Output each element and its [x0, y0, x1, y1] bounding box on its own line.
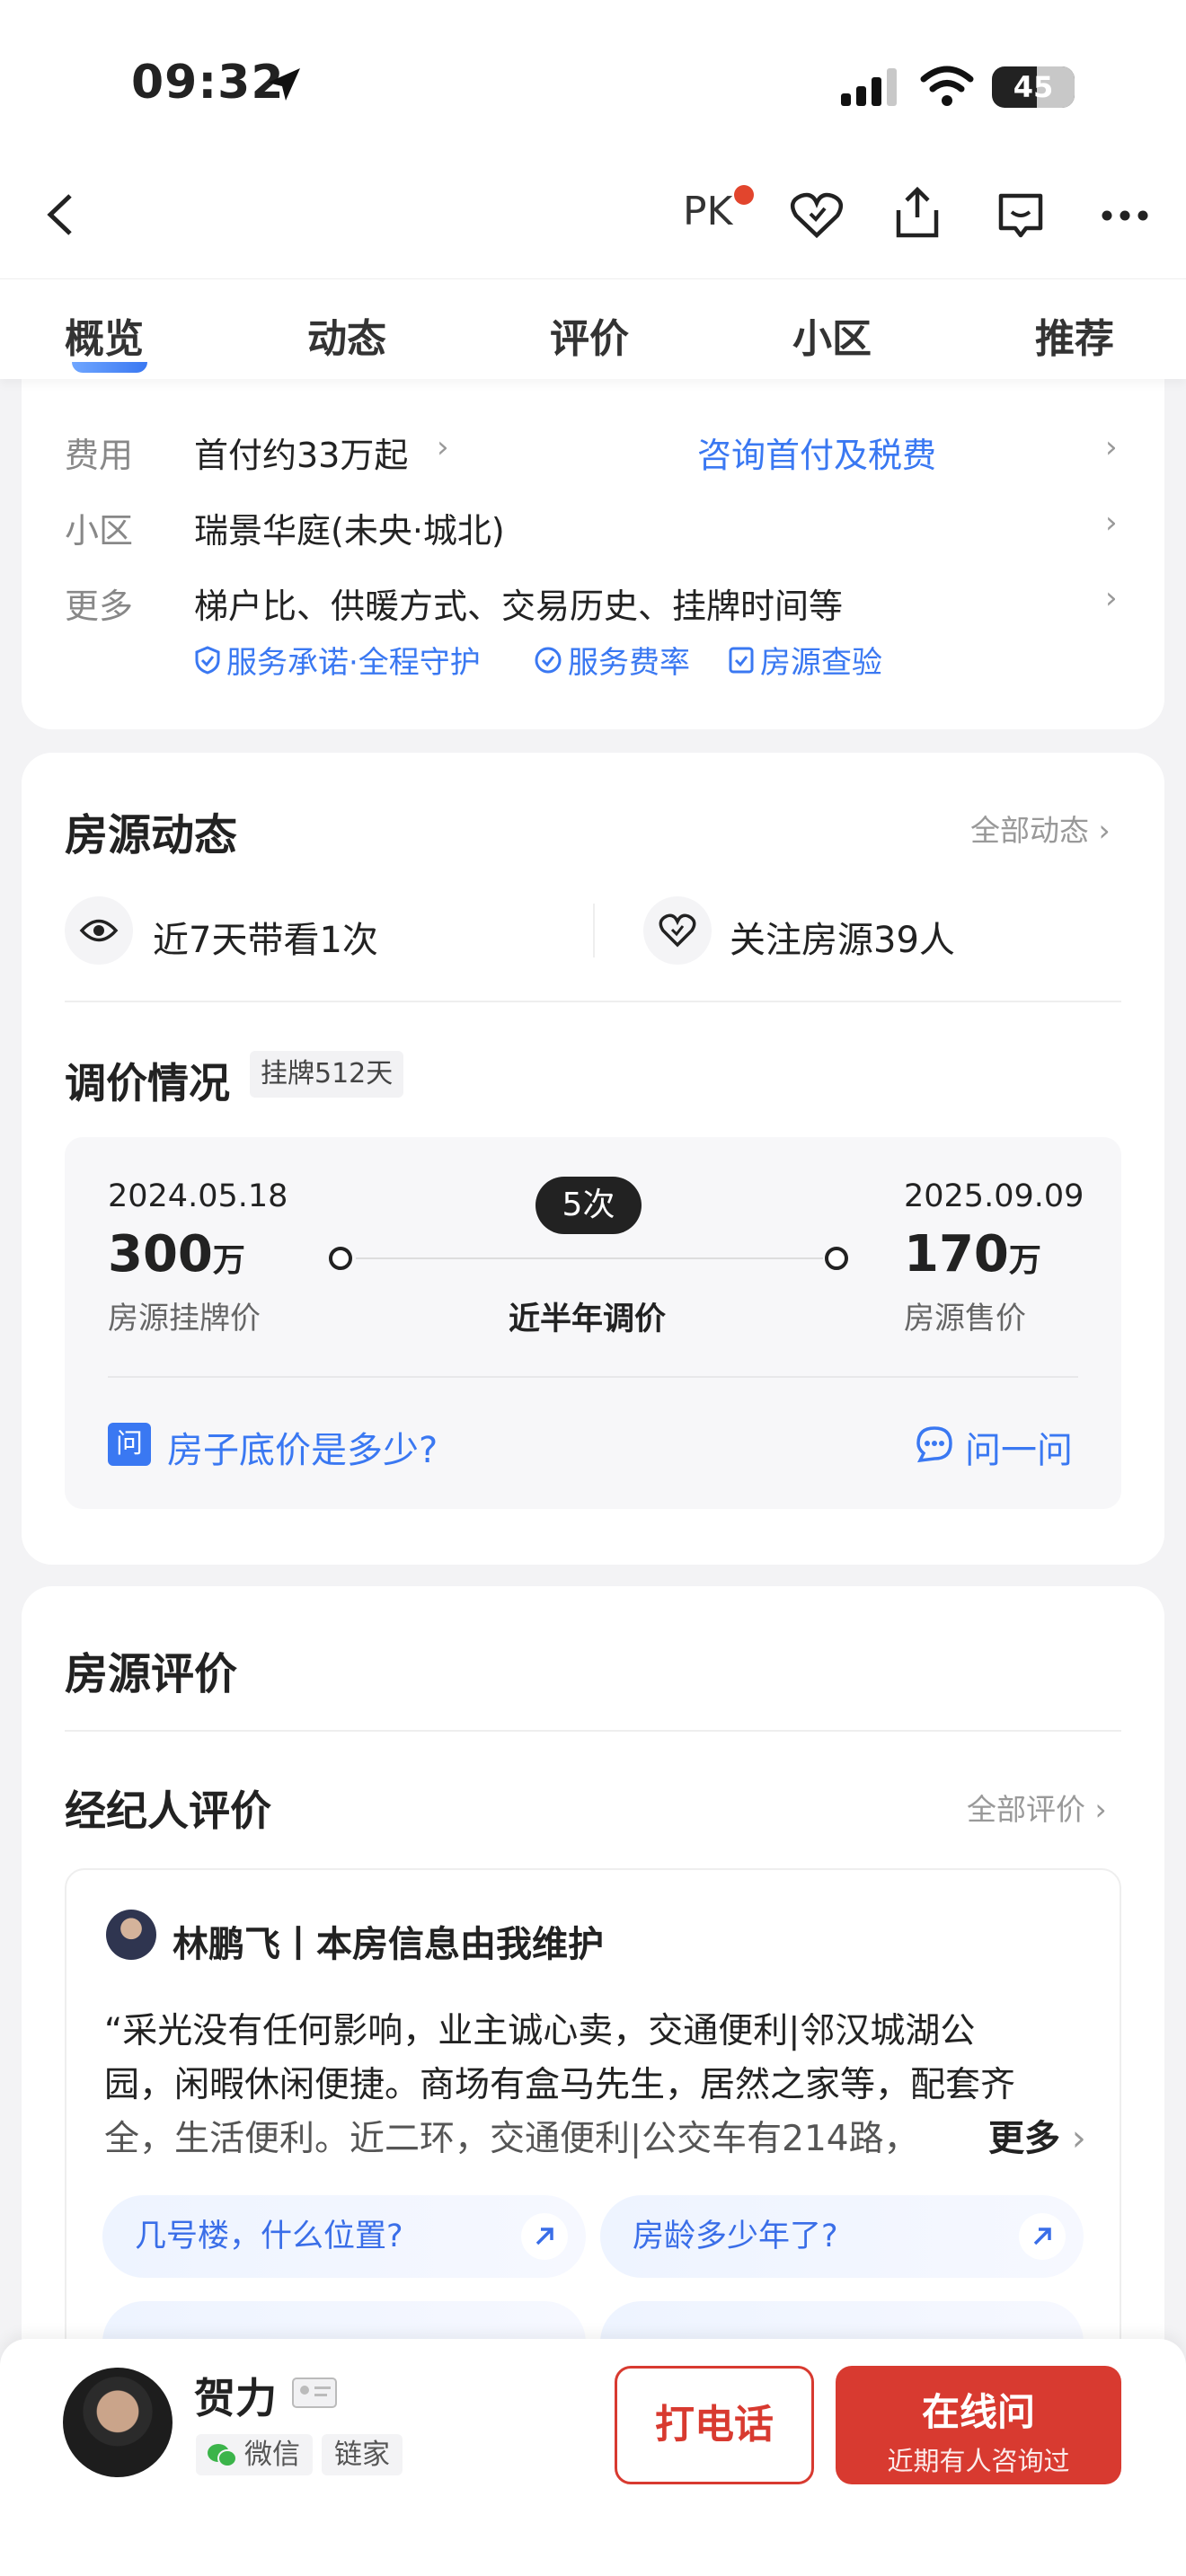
- end-date: 2025.09.09: [904, 1178, 1084, 1214]
- divider: [65, 1730, 1121, 1732]
- more-options-icon[interactable]: [1100, 207, 1150, 225]
- tab-overview[interactable]: 概览: [65, 306, 144, 364]
- reviewer-name: 林鹏飞丨本房信息由我维护: [173, 1924, 604, 1965]
- more-details-value[interactable]: 梯户比、供暖方式、交易历史、挂牌时间等: [194, 578, 843, 628]
- review-text-line: 园，闲暇休闲便捷。商场有盒马先生，居然之家等，配套齐: [104, 2065, 1016, 2105]
- online-ask-label: 在线问: [921, 2390, 1035, 2434]
- avatar: [106, 1910, 156, 1960]
- chevron-right-icon: ›: [437, 429, 449, 465]
- more-label: 更多: [65, 587, 134, 626]
- shield-check-icon: [195, 645, 220, 675]
- start-price-label: 房源挂牌价: [108, 1301, 261, 1337]
- question-chip-building[interactable]: 几号楼，什么位置?: [102, 2195, 586, 2278]
- down-payment-value[interactable]: 首付约33万起: [194, 428, 408, 477]
- arrow-up-right-icon: [521, 2213, 568, 2260]
- start-price: 300万: [108, 1225, 245, 1284]
- question-badge-icon: 问: [108, 1423, 151, 1466]
- message-icon[interactable]: [996, 190, 1046, 243]
- service-fee-link[interactable]: 服务费率: [534, 638, 690, 682]
- eye-icon: [65, 896, 133, 965]
- location-arrow-icon: [268, 68, 300, 101]
- chevron-right-icon: ›: [1105, 429, 1118, 465]
- timeline-line: [356, 1257, 823, 1259]
- agent-name: 贺力: [194, 2374, 277, 2422]
- tab-recommend[interactable]: 推荐: [1035, 306, 1114, 364]
- online-ask-sub: 近期有人咨询过: [887, 2446, 1070, 2476]
- agent-review-title: 经纪人评价: [65, 1786, 271, 1835]
- lianjia-tag: 链家: [322, 2434, 403, 2475]
- wifi-icon: [920, 66, 974, 106]
- community-label: 小区: [65, 511, 134, 551]
- base-price-question[interactable]: 房子底价是多少?: [167, 1421, 438, 1473]
- divider: [65, 1001, 1121, 1002]
- battery-indicator: 45: [992, 66, 1075, 108]
- community-value[interactable]: 瑞景华庭(未央·城北): [194, 503, 505, 552]
- end-price: 170万: [904, 1225, 1041, 1284]
- pk-notification-dot: [734, 185, 754, 205]
- tab-reviews[interactable]: 评价: [550, 306, 629, 364]
- all-dynamics-link[interactable]: 全部动态 ›: [970, 807, 1111, 850]
- arrow-up-right-icon: [1019, 2213, 1066, 2260]
- timeline-start-node: [329, 1247, 352, 1270]
- divider: [593, 904, 595, 957]
- call-button[interactable]: 打电话: [615, 2366, 814, 2484]
- pk-button[interactable]: PK: [683, 189, 732, 234]
- fee-label: 费用: [65, 436, 134, 475]
- tab-community[interactable]: 小区: [792, 306, 872, 364]
- ask-link[interactable]: 问一问: [965, 1421, 1073, 1473]
- chevron-right-icon: ›: [1105, 580, 1118, 616]
- favorite-heart-icon[interactable]: [789, 190, 845, 241]
- wechat-icon: [208, 2444, 237, 2467]
- cellular-signal-icon: [841, 68, 897, 106]
- checklist-icon: [729, 647, 754, 673]
- online-ask-button[interactable]: 在线问 近期有人咨询过: [836, 2366, 1121, 2484]
- section-tabs: 概览 动态 评价 小区 推荐: [0, 278, 1186, 379]
- id-card-icon: [292, 2378, 337, 2408]
- adjustment-count-badge: 5次: [535, 1177, 642, 1234]
- agent-avatar[interactable]: [63, 2368, 173, 2477]
- consult-fees-link[interactable]: 咨询首付及税费: [697, 428, 936, 477]
- start-date: 2024.05.18: [108, 1178, 288, 1214]
- review-text-line: 全，生活便利。近二环，交通便利|公交车有214路，: [104, 2119, 919, 2159]
- property-inspection-link[interactable]: 房源查验: [728, 638, 882, 682]
- recent-viewings: 近7天带看1次: [153, 920, 378, 961]
- review-text-line: “采光没有任何影响，业主诚心卖，交通便利|邻汉城湖公: [104, 2011, 976, 2051]
- price-adjustment-title: 调价情况: [65, 1059, 230, 1107]
- listed-days-badge: 挂牌512天: [250, 1051, 404, 1098]
- heart-check-icon: [643, 896, 712, 965]
- question-chip-age[interactable]: 房龄多少年了?: [600, 2195, 1084, 2278]
- back-icon[interactable]: [43, 192, 79, 237]
- end-price-label: 房源售价: [904, 1301, 1026, 1337]
- tab-dynamics[interactable]: 动态: [307, 306, 386, 364]
- chat-bubble-icon: [916, 1426, 952, 1463]
- tab-active-indicator: [72, 362, 147, 373]
- chevron-right-icon: ›: [1105, 505, 1118, 541]
- share-icon[interactable]: [893, 185, 942, 241]
- expand-more-link[interactable]: 更多 ›: [979, 2109, 1086, 2161]
- check-circle-icon: [535, 647, 562, 673]
- followers-count: 关注房源39人: [730, 920, 955, 961]
- timeline-end-node: [825, 1247, 848, 1270]
- status-time: 09:32: [131, 56, 285, 110]
- divider: [108, 1376, 1078, 1378]
- dynamics-title: 房源动态: [65, 810, 238, 860]
- service-promise-link[interactable]: 服务承诺·全程守护: [194, 638, 481, 682]
- adjustment-label: 近半年调价: [509, 1301, 667, 1337]
- evaluation-title: 房源评价: [65, 1649, 238, 1699]
- all-reviews-link[interactable]: 全部评价 ›: [967, 1786, 1107, 1829]
